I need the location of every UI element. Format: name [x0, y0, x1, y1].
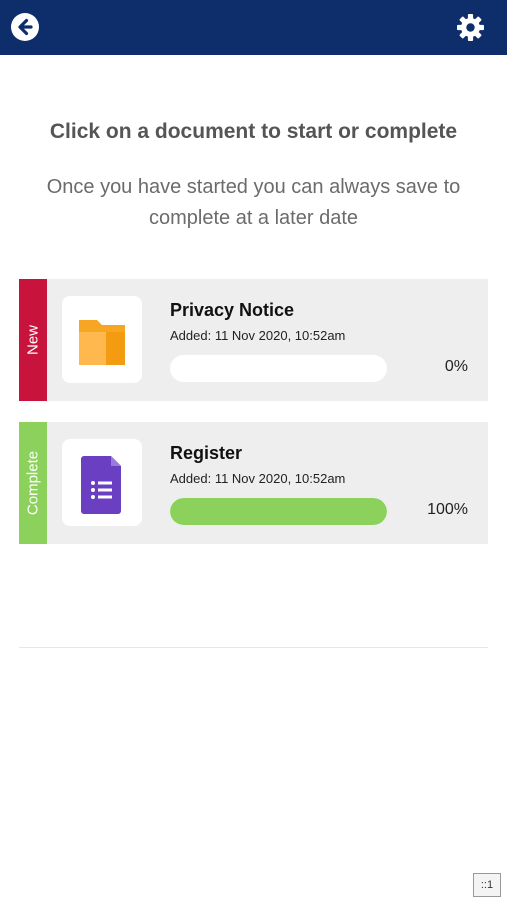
- status-ribbon: New: [19, 279, 47, 401]
- status-label: Complete: [24, 450, 42, 516]
- folder-icon: [79, 320, 125, 365]
- document-card-register[interactable]: Complete Register Added: 11 Nov 2020, 10…: [19, 422, 488, 544]
- progress-bar: [170, 355, 387, 382]
- document-title: Register: [170, 443, 243, 463]
- gear-icon: [457, 14, 484, 41]
- page-indicator: ::1: [473, 873, 501, 897]
- page-heading: Click on a document to start or complete: [49, 120, 458, 143]
- document-thumbnail: [62, 439, 142, 526]
- back-button[interactable]: [11, 13, 39, 41]
- top-bar: [0, 0, 507, 55]
- divider: [19, 647, 488, 648]
- page-subheading: Once you have started you can always sav…: [46, 176, 461, 229]
- document-added-date: Added: 11 Nov 2020, 10:52am: [170, 328, 346, 343]
- form-document-icon: [81, 456, 121, 514]
- settings-button[interactable]: [456, 13, 485, 42]
- document-title: Privacy Notice: [170, 300, 295, 320]
- status-ribbon: Complete: [19, 422, 47, 544]
- progress-percent: 0%: [444, 358, 468, 375]
- document-added-date: Added: 11 Nov 2020, 10:52am: [170, 471, 346, 486]
- document-thumbnail: [62, 296, 142, 383]
- status-label: New: [24, 324, 42, 356]
- arrow-left-circle-icon: [18, 18, 33, 36]
- progress-fill: [170, 498, 387, 525]
- progress-percent: 100%: [427, 501, 468, 518]
- document-card-privacy-notice[interactable]: New Privacy Notice Added: 11 Nov 2020, 1…: [19, 279, 488, 401]
- progress-bar: [170, 498, 387, 525]
